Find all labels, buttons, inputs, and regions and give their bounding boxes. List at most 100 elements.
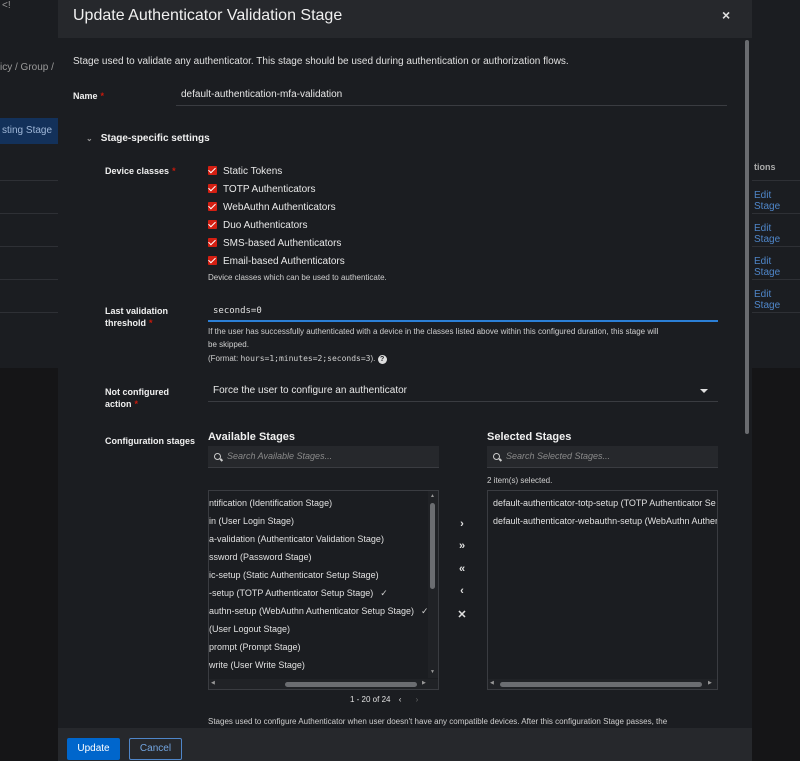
background-divider — [0, 180, 58, 181]
pagination-prev-icon[interactable]: ‹ — [399, 695, 402, 704]
background-divider — [0, 312, 58, 313]
scrollbar-thumb[interactable] — [430, 503, 435, 589]
remove-selected-button[interactable]: ‹ — [456, 585, 468, 597]
check-icon: ✓ — [380, 588, 388, 598]
not-configured-action-select[interactable]: Force the user to configure an authentic… — [208, 380, 718, 402]
selected-count: 2 item(s) selected. — [487, 476, 553, 485]
add-selected-button[interactable]: › — [456, 518, 468, 530]
background-selected-row[interactable]: sting Stage — [0, 118, 58, 144]
chevron-down-icon: ⌄ — [86, 134, 93, 143]
background-edit-stage-link[interactable]: Edit Stage — [754, 190, 800, 212]
clear-selection-button[interactable]: ✕ — [456, 608, 468, 621]
name-label: Name * — [73, 91, 105, 101]
background-divider — [752, 279, 800, 280]
background-divider — [752, 246, 800, 247]
configuration-stages-label: Configuration stages — [105, 436, 196, 446]
device-class-checkbox[interactable]: Email-based Authenticators — [208, 256, 345, 268]
checkbox-checked-icon[interactable] — [208, 202, 217, 211]
available-stages-title: Available Stages — [208, 431, 296, 443]
checkbox-checked-icon[interactable] — [208, 220, 217, 229]
background-edit-stage-link[interactable]: Edit Stage — [754, 223, 800, 245]
pagination: 1 - 20 of 24 ‹ › — [350, 695, 418, 704]
last-validation-input[interactable]: seconds=0 — [208, 300, 718, 322]
background-divider — [0, 213, 58, 214]
scroll-right-icon[interactable]: ▶ — [422, 680, 426, 686]
background-divider — [0, 279, 58, 280]
not-configured-label: Not configured action * — [105, 387, 169, 409]
available-stage-item[interactable]: ntification (Identification Stage) — [209, 498, 332, 508]
available-stage-item[interactable]: a-validation (Authenticator Validation S… — [209, 534, 384, 544]
close-icon[interactable]: × — [722, 7, 730, 23]
checkbox-checked-icon[interactable] — [208, 238, 217, 247]
caret-down-icon — [700, 389, 708, 393]
question-circle-icon[interactable]: ? — [377, 355, 387, 364]
device-classes-label: Device classes * — [105, 166, 176, 176]
available-stages-search[interactable]: Search Available Stages... — [208, 446, 439, 468]
add-all-button[interactable]: » — [456, 540, 468, 552]
selected-stages-search[interactable]: Search Selected Stages... — [487, 446, 718, 468]
pagination-next-icon[interactable]: › — [416, 695, 419, 704]
scrollbar-thumb[interactable] — [285, 682, 417, 687]
modal-body[interactable]: Stage used to validate any authenticator… — [58, 38, 752, 728]
scroll-down-icon[interactable]: ▼ — [430, 669, 435, 675]
checkbox-checked-icon[interactable] — [208, 166, 217, 175]
modal-title: Update Authenticator Validation Stage — [73, 7, 343, 24]
pagination-range: 1 - 20 of 24 — [350, 695, 391, 704]
last-validation-label: Last validation threshold * — [105, 306, 169, 328]
stage-specific-settings-toggle[interactable]: ⌄ Stage-specific settings — [86, 133, 210, 144]
selected-list-horizontal-scrollbar[interactable]: ◀ ▶ — [488, 679, 717, 689]
scroll-left-icon[interactable]: ◀ — [211, 680, 215, 686]
available-list-horizontal-scrollbar[interactable]: ◀ ▶ — [209, 679, 438, 689]
modal-vertical-scrollbar[interactable] — [744, 40, 750, 728]
available-stage-item[interactable]: prompt (Prompt Stage) — [209, 642, 301, 652]
device-class-checkbox[interactable]: SMS-based Authenticators — [208, 238, 341, 250]
available-list-vertical-scrollbar[interactable]: ▲ ▼ — [428, 491, 438, 678]
scrollbar-thumb[interactable] — [500, 682, 702, 687]
scroll-left-icon[interactable]: ◀ — [490, 680, 494, 686]
modal-description: Stage used to validate any authenticator… — [73, 56, 569, 67]
modal-footer: Update Cancel — [58, 728, 752, 761]
background-edit-stage-link[interactable]: Edit Stage — [754, 289, 800, 311]
background-breadcrumb: icy / Group / — [0, 62, 54, 73]
scrollbar-thumb[interactable] — [745, 40, 749, 434]
available-stage-item[interactable]: (User Logout Stage) — [209, 624, 290, 634]
update-stage-modal: Update Authenticator Validation Stage × … — [58, 0, 752, 761]
background-divider — [752, 180, 800, 181]
background-edit-stage-link[interactable]: Edit Stage — [754, 256, 800, 278]
last-validation-help-cont: be skipped. — [208, 340, 249, 349]
device-class-checkbox[interactable]: Static Tokens — [208, 166, 282, 178]
format-hint: (Format: hours=1;minutes=2;seconds=3). ? — [208, 352, 387, 365]
background-divider — [0, 246, 58, 247]
search-icon — [214, 453, 221, 460]
remove-all-button[interactable]: « — [456, 563, 468, 575]
available-stage-item[interactable]: in (User Login Stage) — [209, 516, 294, 526]
selected-stage-item[interactable]: default-authenticator-totp-setup (TOTP A… — [493, 498, 716, 508]
selected-stage-item[interactable]: default-authenticator-webauthn-setup (We… — [493, 516, 717, 526]
available-stage-item[interactable]: ic-setup (Static Authenticator Setup Sta… — [209, 570, 379, 580]
available-stage-item[interactable]: -setup (TOTP Authenticator Setup Stage) ✓ — [209, 588, 388, 599]
update-button[interactable]: Update — [67, 738, 120, 760]
device-classes-help: Device classes which can be used to auth… — [208, 273, 387, 282]
cancel-button[interactable]: Cancel — [129, 738, 182, 760]
scroll-up-icon[interactable]: ▲ — [430, 493, 435, 499]
background-divider — [752, 213, 800, 214]
configuration-stages-help: Stages used to configure Authenticator w… — [208, 717, 668, 726]
background-top-fragment: <! — [2, 0, 11, 11]
last-validation-help: If the user has successfully authenticat… — [208, 327, 659, 336]
available-stage-item[interactable]: write (User Write Stage) — [209, 660, 305, 670]
checkbox-checked-icon[interactable] — [208, 184, 217, 193]
device-class-checkbox[interactable]: Duo Authenticators — [208, 220, 308, 232]
name-input[interactable]: default-authentication-mfa-validation — [176, 84, 727, 106]
scroll-right-icon[interactable]: ▶ — [708, 680, 712, 686]
checkbox-checked-icon[interactable] — [208, 256, 217, 265]
device-class-checkbox[interactable]: TOTP Authenticators — [208, 184, 315, 196]
selected-stages-title: Selected Stages — [487, 431, 572, 443]
available-stage-item[interactable]: ssword (Password Stage) — [209, 552, 312, 562]
background-divider — [752, 312, 800, 313]
device-class-checkbox[interactable]: WebAuthn Authenticators — [208, 202, 336, 214]
selected-stages-list[interactable]: default-authenticator-totp-setup (TOTP A… — [487, 490, 718, 690]
search-icon — [493, 453, 500, 460]
available-stage-item[interactable]: authn-setup (WebAuthn Authenticator Setu… — [209, 606, 429, 617]
background-actions-header: tions — [754, 162, 776, 172]
available-stages-list[interactable]: ntification (Identification Stage) in (U… — [208, 490, 439, 690]
